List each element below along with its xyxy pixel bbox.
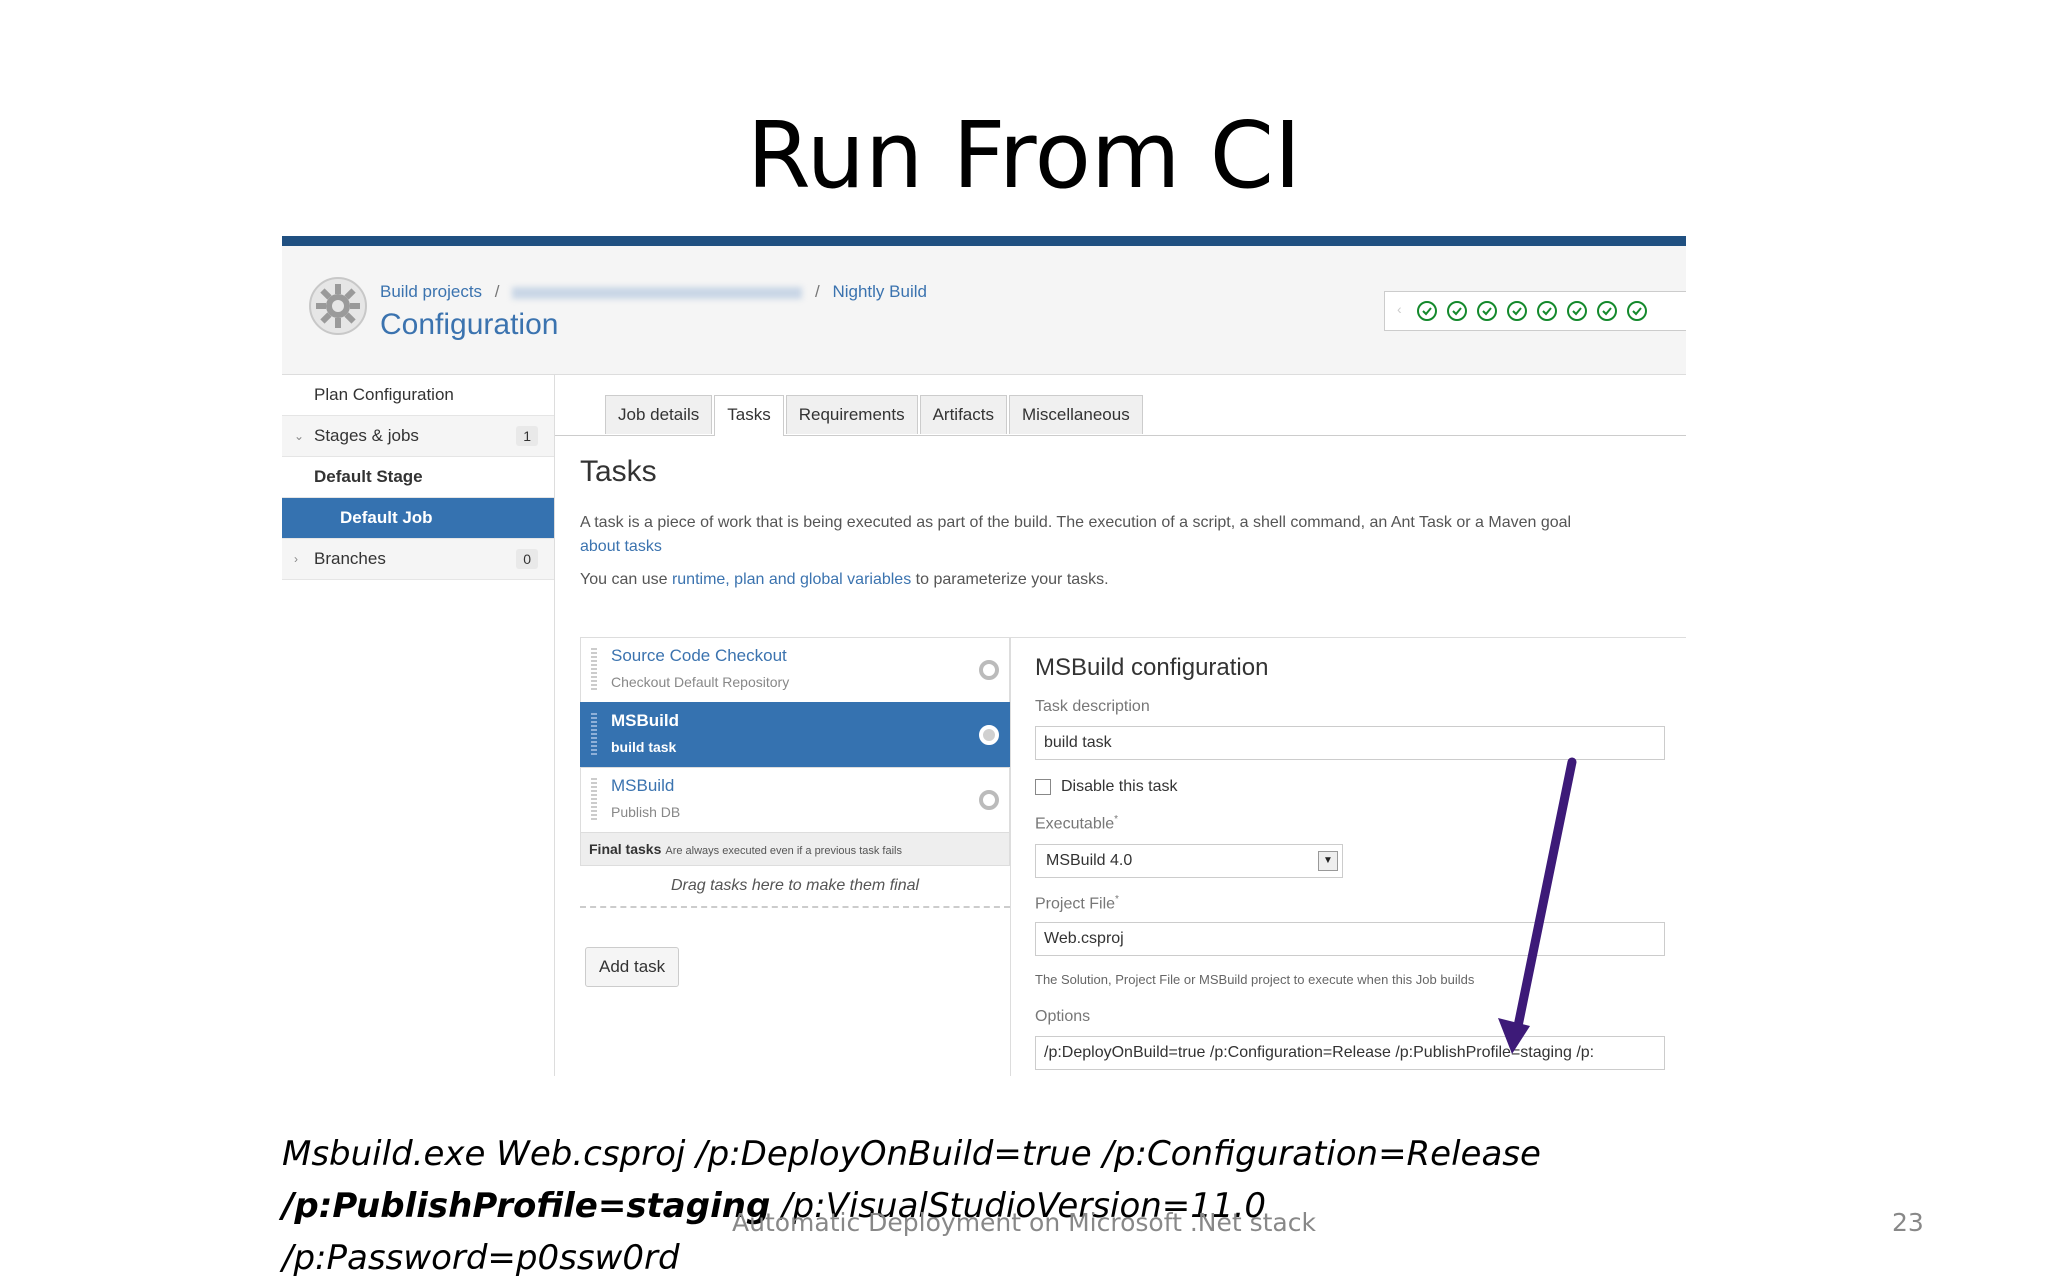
page-number: 23 [1892, 1208, 1924, 1237]
chevron-down-icon[interactable]: ▼ [1318, 851, 1338, 871]
build-success-icon[interactable] [1447, 301, 1467, 321]
final-tasks-header: Final tasks Are always executed even if a… [580, 832, 1010, 866]
command-line-1: Msbuild.exe Web.csproj /p:DeployOnBuild=… [282, 1134, 1541, 1174]
executable-selected-value: MSBuild 4.0 [1046, 852, 1133, 869]
build-success-icon[interactable] [1627, 301, 1647, 321]
chevron-down-icon: ⌄ [294, 429, 305, 443]
disable-task-checkbox-row[interactable]: Disable this task [1035, 778, 1178, 796]
sidebar-item-label: Default Job [340, 508, 433, 527]
gear-icon [308, 276, 368, 336]
disable-task-checkbox[interactable] [1035, 779, 1051, 795]
tasks-description-text: A task is a piece of work that is being … [580, 514, 1572, 531]
drag-handle-icon[interactable] [591, 713, 597, 757]
tab-miscellaneous[interactable]: Miscellaneous [1008, 395, 1143, 434]
executable-label-text: Executable [1035, 815, 1115, 833]
breadcrumb-separator: / [494, 282, 500, 301]
sidebar-item-label: Branches [314, 549, 386, 568]
options-input[interactable]: /p:DeployOnBuild=true /p:Configuration=R… [1035, 1036, 1665, 1070]
task-description: build task [611, 739, 677, 755]
task-description: Publish DB [611, 804, 681, 820]
count-badge: 1 [516, 426, 538, 446]
build-success-icon[interactable] [1597, 301, 1617, 321]
build-success-icon[interactable] [1537, 301, 1557, 321]
task-name: Source Code Checkout [611, 646, 787, 665]
delete-task-icon[interactable] [979, 790, 999, 810]
msbuild-config-panel: MSBuild configuration Task description b… [1010, 637, 1686, 1076]
tab-tasks[interactable]: Tasks [714, 395, 784, 436]
slide-footer: Automatic Deployment on Microsoft .Net s… [732, 1208, 1316, 1237]
task-description-input[interactable]: build task [1035, 726, 1665, 760]
task-name: MSBuild [611, 711, 679, 730]
tasks-description: A task is a piece of work that is being … [580, 511, 1680, 559]
variables-hint: You can use runtime, plan and global var… [580, 571, 1109, 589]
project-file-label-text: Project File [1035, 895, 1116, 913]
add-task-button[interactable]: Add task [585, 947, 680, 987]
task-description: Checkout Default Repository [611, 674, 790, 690]
tab-artifacts[interactable]: Artifacts [919, 395, 1007, 434]
drag-handle-icon[interactable] [591, 648, 597, 692]
task-item-msbuild-build[interactable]: MSBuild build task [580, 702, 1010, 767]
breadcrumb-nightly-build[interactable]: Nightly Build [832, 282, 927, 301]
main-content: Job details Tasks Requirements Artifacts… [555, 375, 1686, 1076]
tasks-heading: Tasks [580, 455, 657, 488]
about-tasks-link[interactable]: about tasks [580, 538, 662, 555]
project-file-help: The Solution, Project File or MSBuild pr… [1035, 972, 1475, 987]
task-item-msbuild-publish-db[interactable]: MSBuild Publish DB [580, 767, 1010, 832]
required-mark: * [1114, 814, 1119, 825]
sidebar-item-default-stage[interactable]: Default Stage [282, 457, 554, 498]
task-item-source-checkout[interactable]: Source Code Checkout Checkout Default Re… [580, 637, 1010, 702]
chevron-left-icon[interactable]: ‹ [1397, 301, 1413, 321]
delete-task-icon[interactable] [979, 725, 999, 745]
variables-link[interactable]: runtime, plan and global variables [672, 571, 911, 588]
top-bar [282, 236, 1686, 246]
chevron-right-icon: › [294, 552, 298, 566]
task-list: Source Code Checkout Checkout Default Re… [580, 637, 1010, 987]
plan-header: Build projects / / Nightly Build Configu… [282, 246, 1686, 375]
build-success-icon[interactable] [1477, 301, 1497, 321]
sidebar-item-plan-configuration[interactable]: Plan Configuration [282, 375, 554, 416]
bamboo-screenshot: Build projects / / Nightly Build Configu… [282, 236, 1686, 1076]
final-tasks-drop-zone[interactable]: Drag tasks here to make them final [580, 866, 1010, 908]
build-status-strip: ‹ [1384, 291, 1686, 331]
task-description-label: Task description [1035, 698, 1150, 715]
sidebar-item-label: Stages & jobs [314, 426, 419, 445]
sidebar-item-stages-jobs[interactable]: ⌄ Stages & jobs 1 [282, 416, 554, 457]
command-line-3: /p:Password=p0ssw0rd [282, 1238, 680, 1278]
build-success-icon[interactable] [1507, 301, 1527, 321]
required-mark: * [1115, 894, 1119, 905]
final-tasks-note: Are always executed even if a previous t… [665, 845, 902, 857]
slide-title: Run From CI [746, 102, 1302, 209]
disable-task-label: Disable this task [1061, 778, 1178, 795]
final-tasks-label: Final tasks [589, 841, 662, 857]
build-success-icon[interactable] [1417, 301, 1437, 321]
tab-job-details[interactable]: Job details [605, 395, 713, 434]
sidebar: Plan Configuration ⌄ Stages & jobs 1 Def… [282, 375, 555, 1076]
page-title: Configuration [380, 308, 559, 341]
breadcrumb-separator: / [815, 282, 820, 301]
delete-task-icon[interactable] [979, 660, 999, 680]
project-file-label: Project File* [1035, 894, 1119, 913]
variables-hint-prefix: You can use [580, 571, 672, 588]
tab-bar: Job details Tasks Requirements Artifacts… [605, 395, 1145, 436]
build-success-icon[interactable] [1567, 301, 1587, 321]
options-label: Options [1035, 1008, 1091, 1025]
tab-requirements[interactable]: Requirements [785, 395, 918, 434]
sidebar-item-label: Plan Configuration [314, 385, 454, 404]
drag-handle-icon[interactable] [591, 778, 597, 822]
breadcrumb-project-blurred[interactable] [512, 286, 803, 299]
variables-hint-suffix: to parameterize your tasks. [911, 571, 1109, 588]
executable-label: Executable* [1035, 814, 1118, 833]
msbuild-command: Msbuild.exe Web.csproj /p:DeployOnBuild=… [282, 1128, 1541, 1284]
breadcrumb-build-projects[interactable]: Build projects [380, 282, 482, 301]
executable-select[interactable]: MSBuild 4.0 ▼ [1035, 844, 1343, 878]
sidebar-item-label: Default Stage [314, 467, 423, 486]
count-badge: 0 [516, 549, 538, 569]
sidebar-item-branches[interactable]: › Branches 0 [282, 539, 554, 580]
sidebar-item-default-job[interactable]: Default Job [282, 498, 554, 539]
config-title: MSBuild configuration [1035, 654, 1269, 681]
breadcrumb: Build projects / / Nightly Build [380, 282, 927, 302]
task-name: MSBuild [611, 776, 675, 795]
project-file-input[interactable]: Web.csproj [1035, 922, 1665, 956]
